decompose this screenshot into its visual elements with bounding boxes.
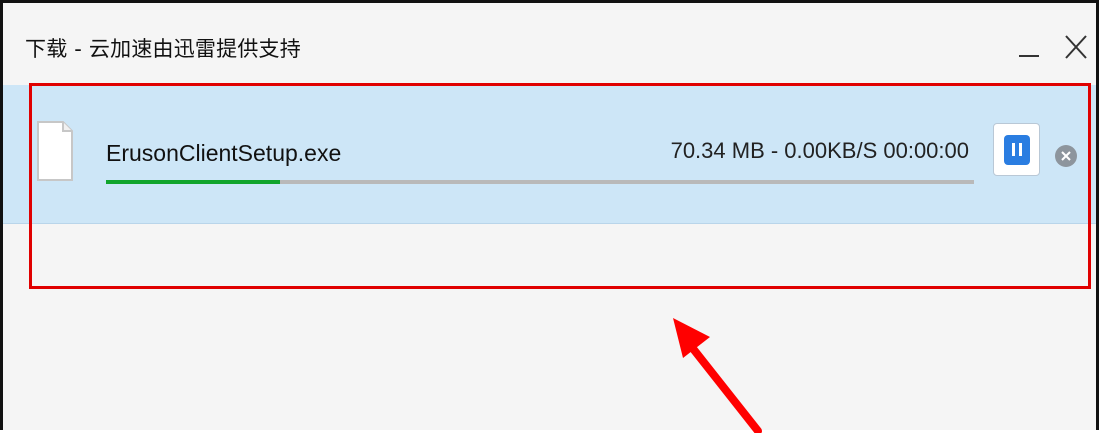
- download-window: 下载 - 云加速由迅雷提供支持 ErusonClientSetup.exe 70…: [0, 0, 1099, 433]
- close-button[interactable]: [1056, 25, 1096, 69]
- annotation-arrow-icon: [673, 318, 762, 433]
- window-title: 下载 - 云加速由迅雷提供支持: [25, 37, 301, 61]
- minimize-button[interactable]: [1009, 25, 1049, 69]
- annotation-highlight-box: [29, 83, 1091, 289]
- close-icon: [1065, 35, 1087, 59]
- minimize-icon: [1019, 55, 1039, 57]
- window-titlebar: 下载 - 云加速由迅雷提供支持: [3, 3, 1096, 85]
